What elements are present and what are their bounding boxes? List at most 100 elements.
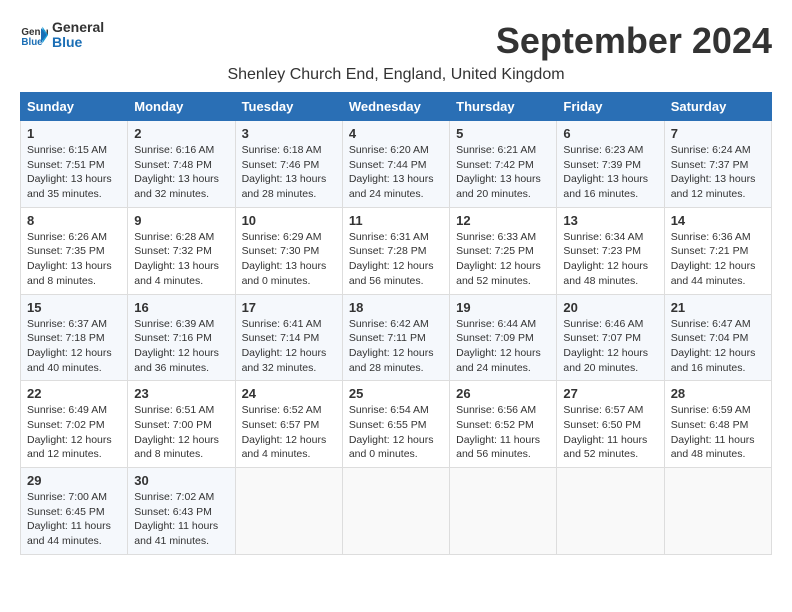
day-number: 2 (134, 126, 228, 141)
calendar-week-row: 1 Sunrise: 6:15 AM Sunset: 7:51 PM Daylig… (21, 121, 772, 208)
calendar-week-row: 15 Sunrise: 6:37 AM Sunset: 7:18 PM Dayli… (21, 294, 772, 381)
subtitle: Shenley Church End, England, United King… (20, 66, 772, 84)
logo: General Blue General Blue (20, 20, 104, 51)
day-number: 28 (671, 386, 765, 401)
svg-text:Blue: Blue (21, 37, 43, 48)
day-number: 24 (242, 386, 336, 401)
month-title: September 2024 (496, 20, 772, 62)
table-row: 3Sunrise: 6:18 AM Sunset: 7:46 PM Daylig… (235, 121, 342, 208)
table-row: 23Sunrise: 6:51 AM Sunset: 7:00 PM Dayli… (128, 381, 235, 468)
table-row (235, 468, 342, 555)
logo-line1: General (52, 20, 104, 35)
table-row: 29 Sunrise: 7:00 AM Sunset: 6:45 PM Dayli… (21, 468, 128, 555)
calendar-table: Sunday Monday Tuesday Wednesday Thursday… (20, 92, 772, 555)
table-row (450, 468, 557, 555)
table-row: 1 Sunrise: 6:15 AM Sunset: 7:51 PM Daylig… (21, 121, 128, 208)
col-tuesday: Tuesday (235, 93, 342, 121)
day-info: Sunrise: 6:47 AM Sunset: 7:04 PM Dayligh… (671, 317, 765, 376)
day-info: Sunrise: 6:56 AM Sunset: 6:52 PM Dayligh… (456, 403, 550, 462)
day-info: Sunrise: 6:20 AM Sunset: 7:44 PM Dayligh… (349, 143, 443, 202)
day-info: Sunrise: 6:34 AM Sunset: 7:23 PM Dayligh… (563, 230, 657, 289)
day-number: 3 (242, 126, 336, 141)
day-info: Sunrise: 6:26 AM Sunset: 7:35 PM Dayligh… (27, 230, 121, 289)
table-row: 26 Sunrise: 6:56 AM Sunset: 6:52 PM Dayli… (450, 381, 557, 468)
day-info: Sunrise: 6:42 AM Sunset: 7:11 PM Dayligh… (349, 317, 443, 376)
day-info: Sunrise: 6:21 AM Sunset: 7:42 PM Dayligh… (456, 143, 550, 202)
day-number: 9 (134, 213, 228, 228)
table-row: 10Sunrise: 6:29 AM Sunset: 7:30 PM Dayli… (235, 207, 342, 294)
table-row: 18 Sunrise: 6:42 AM Sunset: 7:11 PM Dayli… (342, 294, 449, 381)
day-info: Sunrise: 6:37 AM Sunset: 7:18 PM Dayligh… (27, 317, 121, 376)
day-number: 20 (563, 300, 657, 315)
col-wednesday: Wednesday (342, 93, 449, 121)
day-number: 12 (456, 213, 550, 228)
day-number: 14 (671, 213, 765, 228)
col-sunday: Sunday (21, 93, 128, 121)
table-row: 2Sunrise: 6:16 AM Sunset: 7:48 PM Daylig… (128, 121, 235, 208)
col-monday: Monday (128, 93, 235, 121)
col-saturday: Saturday (664, 93, 771, 121)
day-number: 16 (134, 300, 228, 315)
table-row: 30 Sunrise: 7:02 AM Sunset: 6:43 PM Dayli… (128, 468, 235, 555)
day-info: Sunrise: 6:28 AM Sunset: 7:32 PM Dayligh… (134, 230, 228, 289)
table-row: 20 Sunrise: 6:46 AM Sunset: 7:07 PM Dayli… (557, 294, 664, 381)
col-friday: Friday (557, 93, 664, 121)
logo-line2: Blue (52, 35, 104, 50)
calendar-week-row: 22Sunrise: 6:49 AM Sunset: 7:02 PM Dayli… (21, 381, 772, 468)
table-row (557, 468, 664, 555)
table-row: 11Sunrise: 6:31 AM Sunset: 7:28 PM Dayli… (342, 207, 449, 294)
day-info: Sunrise: 6:41 AM Sunset: 7:14 PM Dayligh… (242, 317, 336, 376)
day-info: Sunrise: 6:54 AM Sunset: 6:55 PM Dayligh… (349, 403, 443, 462)
day-info: Sunrise: 6:24 AM Sunset: 7:37 PM Dayligh… (671, 143, 765, 202)
day-number: 17 (242, 300, 336, 315)
day-info: Sunrise: 7:00 AM Sunset: 6:45 PM Dayligh… (27, 490, 121, 549)
table-row: 4 Sunrise: 6:20 AM Sunset: 7:44 PM Daylig… (342, 121, 449, 208)
table-row: 15 Sunrise: 6:37 AM Sunset: 7:18 PM Dayli… (21, 294, 128, 381)
day-number: 15 (27, 300, 121, 315)
calendar-week-row: 8 Sunrise: 6:26 AM Sunset: 7:35 PM Daylig… (21, 207, 772, 294)
day-info: Sunrise: 6:23 AM Sunset: 7:39 PM Dayligh… (563, 143, 657, 202)
day-number: 25 (349, 386, 443, 401)
day-info: Sunrise: 6:57 AM Sunset: 6:50 PM Dayligh… (563, 403, 657, 462)
days-header-row: Sunday Monday Tuesday Wednesday Thursday… (21, 93, 772, 121)
day-info: Sunrise: 6:52 AM Sunset: 6:57 PM Dayligh… (242, 403, 336, 462)
day-number: 11 (349, 213, 443, 228)
day-info: Sunrise: 6:59 AM Sunset: 6:48 PM Dayligh… (671, 403, 765, 462)
day-number: 29 (27, 473, 121, 488)
table-row: 16 Sunrise: 6:39 AM Sunset: 7:16 PM Dayli… (128, 294, 235, 381)
table-row: 13 Sunrise: 6:34 AM Sunset: 7:23 PM Dayli… (557, 207, 664, 294)
table-row: 5 Sunrise: 6:21 AM Sunset: 7:42 PM Daylig… (450, 121, 557, 208)
day-number: 10 (242, 213, 336, 228)
table-row: 17 Sunrise: 6:41 AM Sunset: 7:14 PM Dayli… (235, 294, 342, 381)
table-row: 7 Sunrise: 6:24 AM Sunset: 7:37 PM Daylig… (664, 121, 771, 208)
day-info: Sunrise: 6:49 AM Sunset: 7:02 PM Dayligh… (27, 403, 121, 462)
header-top: General Blue General Blue September 2024 (20, 20, 772, 62)
day-info: Sunrise: 7:02 AM Sunset: 6:43 PM Dayligh… (134, 490, 228, 549)
day-number: 19 (456, 300, 550, 315)
day-info: Sunrise: 6:39 AM Sunset: 7:16 PM Dayligh… (134, 317, 228, 376)
day-number: 18 (349, 300, 443, 315)
table-row: 14 Sunrise: 6:36 AM Sunset: 7:21 PM Dayli… (664, 207, 771, 294)
day-number: 7 (671, 126, 765, 141)
table-row (342, 468, 449, 555)
day-number: 1 (27, 126, 121, 141)
table-row: 25 Sunrise: 6:54 AM Sunset: 6:55 PM Dayli… (342, 381, 449, 468)
title-area: September 2024 (496, 20, 772, 62)
day-number: 4 (349, 126, 443, 141)
day-info: Sunrise: 6:33 AM Sunset: 7:25 PM Dayligh… (456, 230, 550, 289)
day-info: Sunrise: 6:15 AM Sunset: 7:51 PM Dayligh… (27, 143, 121, 202)
table-row: 8 Sunrise: 6:26 AM Sunset: 7:35 PM Daylig… (21, 207, 128, 294)
calendar-week-row: 29 Sunrise: 7:00 AM Sunset: 6:45 PM Dayli… (21, 468, 772, 555)
table-row: 22Sunrise: 6:49 AM Sunset: 7:02 PM Dayli… (21, 381, 128, 468)
table-row: 21Sunrise: 6:47 AM Sunset: 7:04 PM Dayli… (664, 294, 771, 381)
table-row: 9 Sunrise: 6:28 AM Sunset: 7:32 PM Daylig… (128, 207, 235, 294)
day-number: 8 (27, 213, 121, 228)
day-number: 13 (563, 213, 657, 228)
day-number: 27 (563, 386, 657, 401)
day-info: Sunrise: 6:46 AM Sunset: 7:07 PM Dayligh… (563, 317, 657, 376)
day-info: Sunrise: 6:36 AM Sunset: 7:21 PM Dayligh… (671, 230, 765, 289)
day-number: 30 (134, 473, 228, 488)
day-number: 5 (456, 126, 550, 141)
table-row: 6Sunrise: 6:23 AM Sunset: 7:39 PM Daylig… (557, 121, 664, 208)
day-number: 26 (456, 386, 550, 401)
